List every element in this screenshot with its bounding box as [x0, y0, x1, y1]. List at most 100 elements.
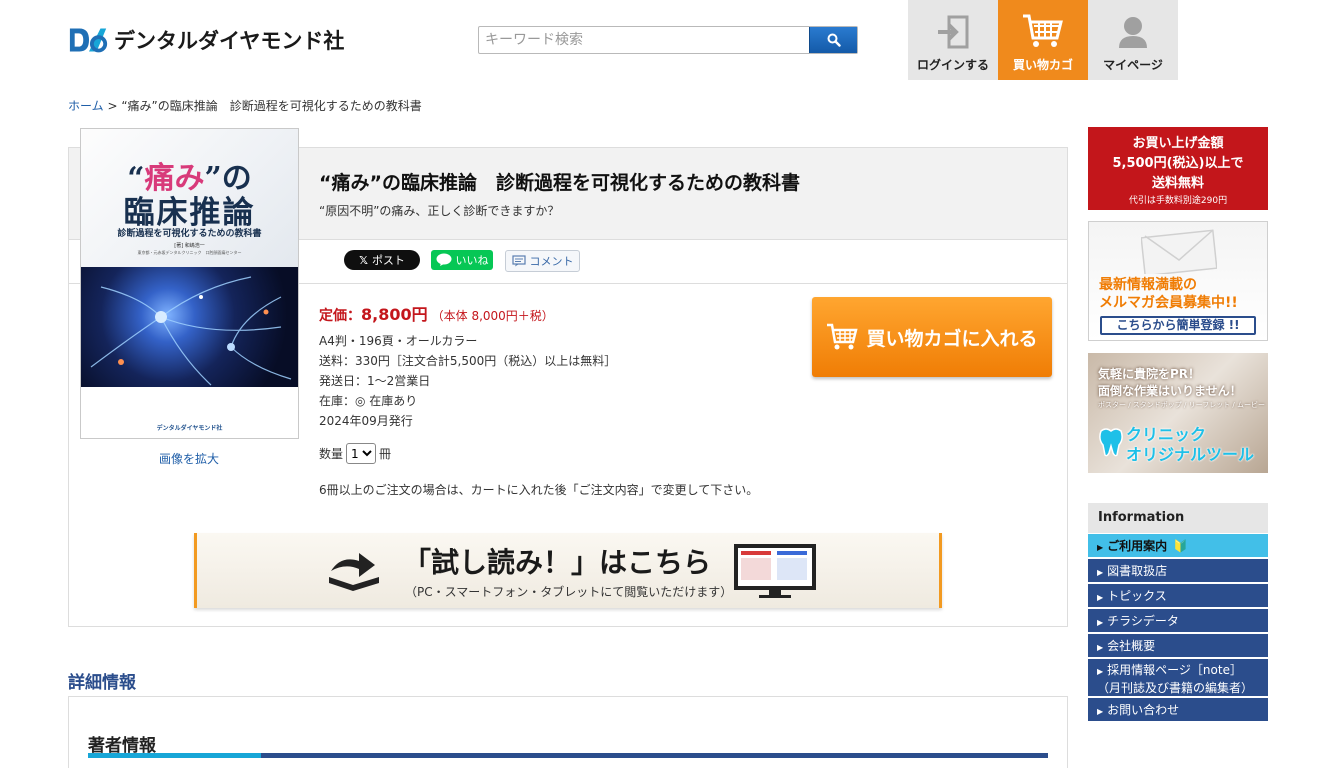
- info-item-label: トピックス: [1107, 589, 1167, 603]
- beginner-mark-icon: 🔰: [1173, 539, 1189, 553]
- cart-label: 買い物カゴ: [1012, 58, 1073, 72]
- arrow-right-icon: ▶: [1097, 618, 1104, 627]
- cart-button[interactable]: 買い物カゴ: [998, 0, 1088, 80]
- mypage-button[interactable]: マイページ: [1088, 0, 1178, 80]
- clinic-line3: ポスター / スタンドポップ / リーフレット / ムービー: [1098, 401, 1266, 409]
- line-like-button[interactable]: いいね: [431, 250, 493, 270]
- login-button[interactable]: ログインする: [908, 0, 998, 80]
- newsletter-line1: 最新情報満載の: [1099, 277, 1197, 293]
- product-title: “痛み”の臨床推論 診断過程を可視化するための教科書: [319, 172, 800, 194]
- comment-label: コメント: [529, 255, 574, 268]
- spec-stock: 在庫：◎ 在庫あり: [319, 394, 418, 408]
- cover-subtitle: 診断過程を可視化するための教科書: [117, 229, 262, 239]
- arrow-right-icon: ▶: [1097, 543, 1104, 552]
- price-tax: （本体 8,000円＋税）: [431, 309, 554, 323]
- breadcrumb-home[interactable]: ホーム: [68, 99, 104, 113]
- cover-institution: 東京都・元赤坂デンタルクリニック 口腔顔面痛センター: [137, 250, 242, 255]
- login-label: ログインする: [916, 58, 989, 72]
- neuron-illustration-icon: [90, 276, 292, 386]
- price: 定価：8,800円 （本体 8,000円＋税）: [319, 301, 554, 325]
- x-post-label: ポスト: [371, 254, 405, 267]
- trial-reading-banner[interactable]: 「試し読み！」はこちら （PC・スマートフォン・タブレットにて閲覧いただけます）: [194, 533, 942, 608]
- clinic-tools-banner[interactable]: 気軽に貴院をPR！ 面倒な作業はいりません！ ポスター / スタンドポップ / …: [1088, 353, 1268, 473]
- cover-publisher: デンタルダイヤモンド社: [156, 425, 223, 432]
- free-shipping-line1: お買い上げ金額: [1132, 136, 1224, 151]
- free-shipping-line2: 5,500円(税込)以上で: [1112, 156, 1244, 171]
- clinic-line5: オリジナルツール: [1126, 445, 1255, 464]
- book-cover-image[interactable]: “痛み”の 臨床推論 診断過程を可視化するための教科書 [著] 和嶋浩一 東京都…: [80, 128, 299, 439]
- information-menu: Information ▶ ご利用案内 🔰 ▶ 図書取扱店 ▶ トピックス ▶ チラシデー…: [1088, 503, 1268, 722]
- newsletter-banner[interactable]: 最新情報満載の メルマガ会員募集中!! こちらから簡単登録 !!: [1088, 221, 1268, 341]
- line-logo-icon: [436, 253, 451, 266]
- arrow-right-icon: ▶: [1097, 568, 1104, 577]
- cover-neuron-image: [81, 267, 298, 387]
- clinic-line1: 気軽に貴院をPR！: [1098, 367, 1201, 381]
- search-bar: [478, 26, 858, 54]
- spec-release: 2024年09月発行: [319, 414, 413, 428]
- add-to-cart-label: 買い物カゴに入れる: [866, 327, 1038, 350]
- newsletter-register-button[interactable]: こちらから簡単登録 !!: [1100, 316, 1256, 335]
- logo-text: デンタルダイヤモンド社: [114, 29, 345, 53]
- envelope-icon: [1141, 229, 1217, 274]
- search-icon: [827, 33, 841, 47]
- product-subtitle: “原因不明”の痛み、正しく診断できますか？: [319, 204, 560, 218]
- info-item-label: チラシデータ: [1107, 614, 1179, 628]
- newsletter-line2: メルマガ会員募集中!!: [1099, 295, 1238, 311]
- free-shipping-line3: 送料無料: [1151, 176, 1204, 191]
- top-nav: ログインする 買い物カゴ マイページ: [908, 0, 1178, 80]
- cover-top: “痛み”の 臨床推論 診断過程を可視化するための教科書 [著] 和嶋浩一 東京都…: [81, 129, 298, 267]
- info-item-bookstores[interactable]: ▶ 図書取扱店: [1088, 559, 1268, 583]
- cover-bottom: デンタルダイヤモンド社: [81, 387, 298, 438]
- info-item-label: 会社概要: [1107, 639, 1156, 653]
- spec-shipping: 送料：330円［注文合計5,500円（税込）以上は無料］: [319, 354, 617, 368]
- info-item-contact[interactable]: ▶ お問い合わせ: [1088, 698, 1268, 722]
- x-logo-icon: 𝕏: [359, 253, 368, 267]
- spec-ship-date: 発送日：1〜2営業日: [319, 374, 431, 388]
- info-item-flyers[interactable]: ▶ チラシデータ: [1088, 609, 1268, 633]
- arrow-right-icon: ▶: [1097, 667, 1104, 676]
- details-section-title: 詳細情報: [68, 673, 136, 693]
- arrow-right-icon: ▶: [1097, 593, 1104, 602]
- free-shipping-banner[interactable]: お買い上げ金額 5,500円(税込)以上で 送料無料 代引は手数料別途290円: [1088, 127, 1268, 210]
- information-heading: Information: [1088, 503, 1268, 533]
- book-arrow-icon: [329, 553, 379, 591]
- login-icon: [938, 15, 969, 49]
- add-to-cart-button[interactable]: 買い物カゴに入れる: [812, 297, 1052, 377]
- trial-sub-text: （PC・スマートフォン・タブレットにて閲覧いただけます）: [405, 585, 733, 599]
- cart-icon: [827, 323, 859, 350]
- x-post-button[interactable]: 𝕏 ポスト: [344, 250, 420, 270]
- author-title-underline: [88, 753, 1048, 758]
- info-item-label: 採用情報ページ［note］: [1107, 663, 1242, 677]
- site-logo[interactable]: デンタルダイヤモンド社: [68, 24, 344, 56]
- price-label: 定価：: [319, 308, 361, 324]
- price-value: 8,800円: [361, 305, 428, 324]
- breadcrumb-separator: >: [103, 99, 122, 113]
- arrow-right-icon: ▶: [1097, 707, 1104, 716]
- info-item-guide[interactable]: ▶ ご利用案内 🔰: [1088, 534, 1268, 558]
- quantity-select[interactable]: 1: [346, 443, 377, 464]
- quantity-row: 数量 1 冊: [319, 443, 391, 464]
- cover-author: [著] 和嶋浩一: [174, 243, 205, 249]
- info-item-recruit[interactable]: ▶ 採用情報ページ［note］ （月刊誌及び書籍の編集者）: [1088, 659, 1268, 697]
- info-item-label-2: （月刊誌及び書籍の編集者）: [1097, 681, 1254, 695]
- info-item-company[interactable]: ▶ 会社概要: [1088, 634, 1268, 658]
- info-item-label: 図書取扱店: [1107, 564, 1168, 578]
- search-button[interactable]: [809, 27, 857, 53]
- clinic-line2: 面倒な作業はいりません！: [1098, 384, 1242, 398]
- arrow-right-icon: ▶: [1097, 643, 1104, 652]
- info-item-topics[interactable]: ▶ トピックス: [1088, 584, 1268, 608]
- monitor-icon: [734, 544, 816, 598]
- cart-icon: [1023, 14, 1063, 47]
- comment-button[interactable]: コメント: [505, 250, 580, 272]
- spec-format: A4判・196頁・オールカラー: [319, 334, 478, 348]
- quantity-label: 数量: [319, 447, 344, 461]
- search-input[interactable]: [479, 27, 809, 53]
- trial-main-text: 「試し読み！」はこちら: [403, 546, 712, 579]
- info-item-label: ご利用案内: [1107, 539, 1168, 553]
- breadcrumb: ホーム > “痛み”の臨床推論 診断過程を可視化するための教科書: [68, 97, 422, 114]
- order-note: 6冊以上のご注文の場合は、カートに入れた後「ご注文内容」で変更して下さい。: [319, 483, 759, 497]
- info-item-label: お問い合わせ: [1107, 703, 1180, 717]
- enlarge-image-link[interactable]: 画像を拡大: [159, 450, 219, 467]
- breadcrumb-current: “痛み”の臨床推論 診断過程を可視化するための教科書: [121, 99, 422, 113]
- tooth-icon: [1099, 428, 1123, 457]
